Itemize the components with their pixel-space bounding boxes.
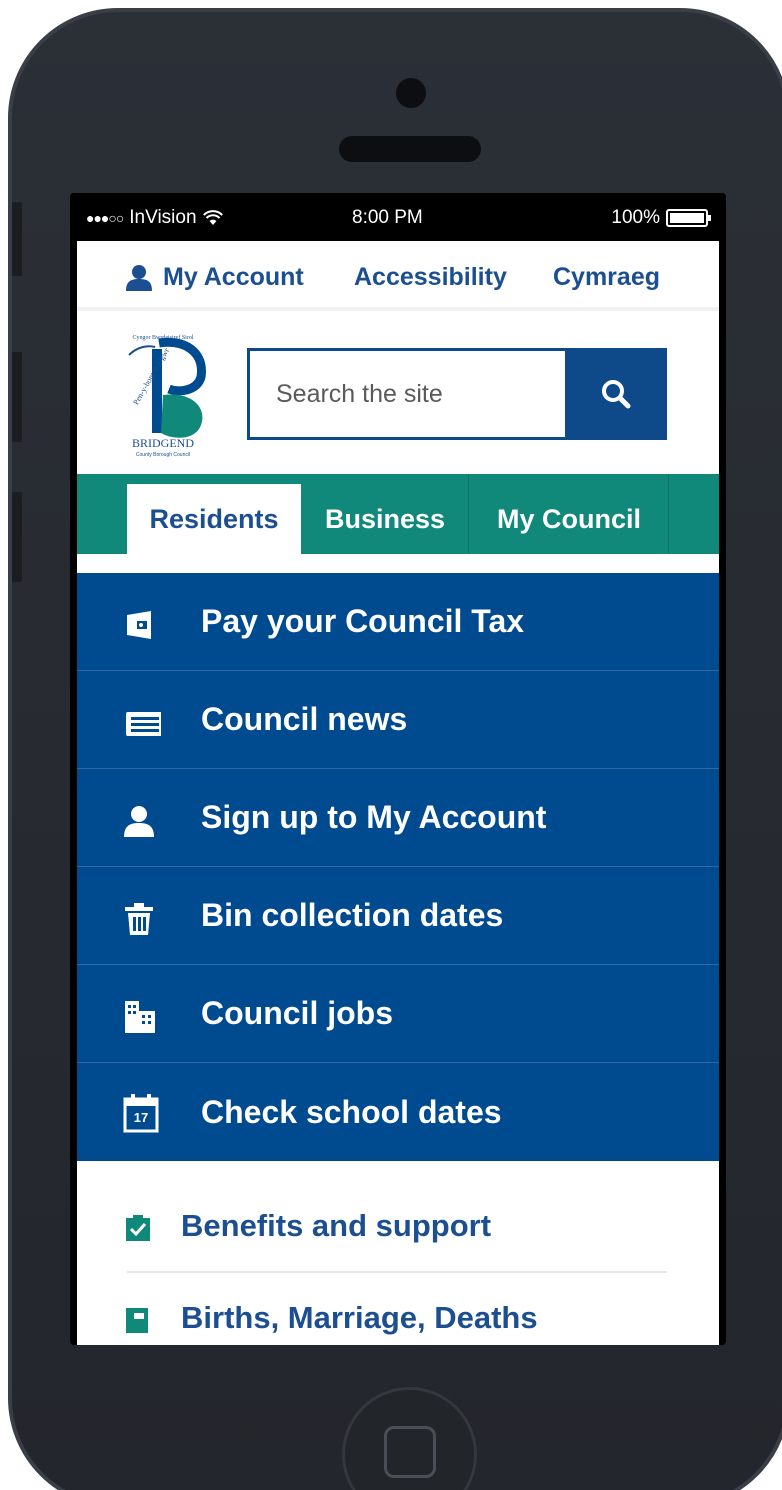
book-icon <box>126 1308 148 1333</box>
mute-switch <box>12 202 22 276</box>
topic-link-births[interactable]: Births, Marriage, Deaths <box>77 1273 719 1345</box>
battery: 100% <box>611 207 711 229</box>
home-square-icon <box>384 1426 436 1478</box>
volume-up-button <box>12 352 22 442</box>
clock: 8:00 PM <box>352 207 423 228</box>
search-input[interactable] <box>247 348 565 440</box>
user-icon <box>124 806 154 837</box>
quick-link-label: Council news <box>201 701 408 737</box>
user-icon <box>126 264 152 291</box>
signal-dots-icon: ●●●○○ <box>86 210 124 226</box>
volume-down-button <box>12 492 22 582</box>
search-bar <box>247 348 667 440</box>
quick-links: Pay your Council Tax Council news Sign u… <box>77 573 719 1161</box>
tab-divider <box>668 474 669 554</box>
page-content: My Account Accessibility Cymraeg Cyngor … <box>77 241 719 1345</box>
battery-icon <box>666 209 711 227</box>
newspaper-icon <box>126 712 161 736</box>
wifi-icon <box>202 210 223 225</box>
my-account-link[interactable]: My Account <box>125 263 304 292</box>
search-icon <box>602 380 631 409</box>
quick-link-bin-collection[interactable]: Bin collection dates <box>77 867 719 965</box>
wallet-icon <box>127 611 151 639</box>
quick-link-council-jobs[interactable]: Council jobs <box>77 965 719 1063</box>
quick-link-council-tax[interactable]: Pay your Council Tax <box>77 573 719 671</box>
carrier: ●●●○○ InVision <box>86 207 223 229</box>
speaker-grille <box>339 136 481 162</box>
topic-links: Benefits and support Births, Marriage, D… <box>77 1181 719 1345</box>
site-header: Cyngor Bwrdeistref Sirol Pen-y-bont ar O… <box>77 315 719 475</box>
quick-link-sign-up[interactable]: Sign up to My Account <box>77 769 719 867</box>
topic-link-benefits[interactable]: Benefits and support <box>77 1181 719 1271</box>
camera-lens <box>396 78 426 108</box>
quick-link-label: Check school dates <box>201 1093 502 1130</box>
tab-residents[interactable]: Residents <box>127 484 301 554</box>
language-link[interactable]: Cymraeg <box>553 263 660 292</box>
accessibility-link[interactable]: Accessibility <box>354 263 507 292</box>
building-icon <box>125 1001 155 1033</box>
tab-my-council[interactable]: My Council <box>469 484 669 554</box>
quick-link-label: Bin collection dates <box>201 897 504 933</box>
quick-link-council-news[interactable]: Council news <box>77 671 719 769</box>
tab-business[interactable]: Business <box>301 484 469 554</box>
utility-nav: My Account Accessibility Cymraeg <box>77 241 719 311</box>
my-account-label: My Account <box>163 263 304 291</box>
calendar-icon: 17 <box>123 1093 159 1133</box>
battery-percent: 100% <box>611 207 660 228</box>
quick-link-label: Council jobs <box>201 995 393 1031</box>
calendar-day: 17 <box>133 1110 149 1125</box>
quick-link-label: Pay your Council Tax <box>201 603 525 639</box>
topic-link-label: Births, Marriage, Deaths <box>181 1300 538 1335</box>
svg-text:BRIDGEND: BRIDGEND <box>132 436 194 450</box>
bridgend-logo[interactable]: Cyngor Bwrdeistref Sirol Pen-y-bont ar O… <box>113 329 213 459</box>
search-button[interactable] <box>565 348 667 440</box>
svg-text:County Borough Council: County Borough Council <box>136 452 190 458</box>
quick-link-school-dates[interactable]: 17 Check school dates <box>77 1063 719 1161</box>
quick-link-label: Sign up to My Account <box>201 799 547 835</box>
section-tabs: Residents Business My Council <box>77 474 719 554</box>
status-bar: ●●●○○ InVision 8:00 PM 100% <box>70 193 726 241</box>
carrier-name: InVision <box>129 207 197 228</box>
clipboard-check-icon <box>126 1215 150 1241</box>
topic-link-label: Benefits and support <box>181 1208 492 1243</box>
trash-icon <box>125 903 153 935</box>
phone-screen: ●●●○○ InVision 8:00 PM 100% My Account A… <box>70 193 726 1345</box>
